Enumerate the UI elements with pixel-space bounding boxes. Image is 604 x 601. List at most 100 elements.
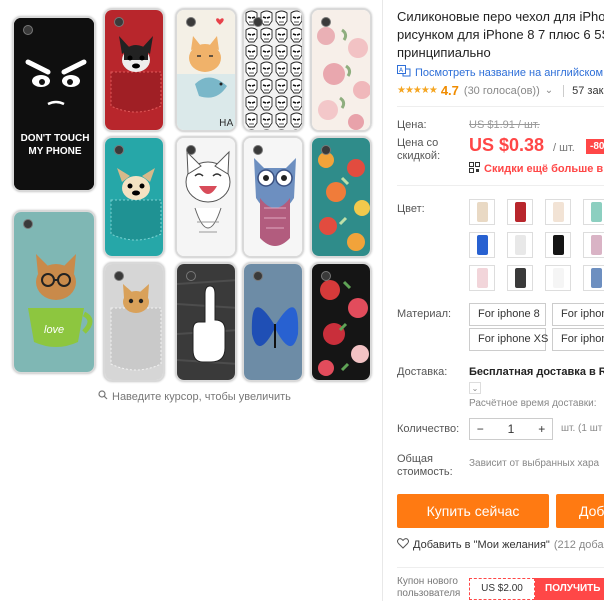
buy-now-button[interactable]: Купить сейчас <box>397 494 549 528</box>
wishlist-text[interactable]: Добавить в "Мои желания" <box>413 539 550 551</box>
add-to-cart-button[interactable]: Доб <box>556 494 604 528</box>
translate-link[interactable]: A Посмотреть название на английском <box>397 65 603 80</box>
material-option-iphone-2[interactable]: For iphone <box>552 328 604 351</box>
promo-text[interactable]: Скидки ещё больше в пр <box>484 163 604 175</box>
camera-icon <box>114 17 124 27</box>
material-option-iphone-8[interactable]: For iphone 8 <box>469 303 546 326</box>
total-label-line-2: стоимость: <box>397 466 453 478</box>
case-image-cat-cup[interactable]: love <box>12 210 96 374</box>
camera-icon <box>186 145 196 155</box>
promo-link[interactable]: Скидки ещё больше в пр <box>469 162 604 176</box>
zoom-hint-text: Наведите курсор, чтобы увеличить <box>112 390 291 403</box>
material-option-iphone[interactable]: For iphone <box>552 303 604 326</box>
color-swatch-1[interactable] <box>469 199 495 225</box>
camera-icon <box>23 219 33 229</box>
translate-icon: A <box>397 65 411 80</box>
material-option-iphone-xs[interactable]: For iphone XS <box>469 328 548 351</box>
case-image-laughing-cat[interactable] <box>175 136 237 258</box>
camera-icon <box>186 17 196 27</box>
color-swatch-10[interactable] <box>507 265 533 291</box>
case-image-blue-butterfly[interactable] <box>242 262 304 382</box>
camera-icon <box>321 145 331 155</box>
title-line-3: принципиально <box>397 45 491 60</box>
discount-price: US $0.38 <box>469 135 545 155</box>
title-line-2: рисунком для iPhone 8 7 плюс 6 5S <box>397 27 604 42</box>
camera-icon <box>253 145 263 155</box>
divider <box>397 185 604 186</box>
color-swatch-5[interactable] <box>469 232 495 258</box>
camera-icon <box>253 17 263 27</box>
case-image-angry-face[interactable]: DON'T TOUCH MY PHONE <box>12 16 96 192</box>
translate-link-text[interactable]: Посмотреть название на английском <box>415 67 603 79</box>
rating-votes[interactable]: (30 голоса(ов)) <box>464 85 540 97</box>
color-swatch-11[interactable] <box>545 265 571 291</box>
camera-icon <box>321 17 331 27</box>
svg-text:A: A <box>399 67 404 74</box>
plus-icon[interactable]: + <box>532 422 553 436</box>
case-image-owl[interactable] <box>242 136 304 258</box>
quantity-label: Количество: <box>397 423 460 435</box>
quantity-available: шт. (1 шт <box>561 423 603 434</box>
separator <box>563 84 565 97</box>
color-swatch-3[interactable] <box>545 199 571 225</box>
discount-price-label-line-2: скидкой: <box>397 150 441 162</box>
rating-stars-icon: ★★★★★ <box>397 85 438 96</box>
total-label-line-1: Общая <box>397 453 433 465</box>
material-label: Материал: <box>397 308 452 320</box>
product-image-gallery[interactable]: DON'T TOUCH MY PHONE HA love Наведите ку… <box>0 0 383 601</box>
minus-icon[interactable]: − <box>470 422 491 436</box>
color-swatch-6[interactable] <box>507 232 533 258</box>
new-user-coupon-label: Купон нового пользователя <box>397 576 460 600</box>
case-image-pink-roses[interactable] <box>310 8 372 132</box>
discount-badge: -80% <box>586 139 604 154</box>
magnifier-icon <box>98 390 108 403</box>
qr-code-icon <box>469 162 480 176</box>
case-image-teal-floral[interactable] <box>310 136 372 258</box>
color-swatch-9[interactable] <box>469 265 495 291</box>
shipping-label: Доставка: <box>397 366 448 378</box>
quantity-stepper[interactable]: − 1 + <box>469 418 553 440</box>
case-image-kitten-grey[interactable] <box>103 262 165 382</box>
shipping-method[interactable]: Бесплатная доставка в Rus <box>469 366 604 378</box>
price-unit: / шт. <box>553 142 575 154</box>
chevron-down-icon[interactable]: ⌄ <box>545 85 553 96</box>
chevron-down-icon[interactable]: ⌄ <box>469 382 481 394</box>
zoom-hint: Наведите курсор, чтобы увеличить <box>98 390 291 403</box>
wishlist-link[interactable]: Добавить в "Мои желания" (212 доба <box>397 538 604 552</box>
cup-text: love <box>44 324 65 336</box>
color-swatch-2[interactable] <box>507 199 533 225</box>
camera-icon <box>23 25 33 35</box>
case-image-stormtroopers[interactable] <box>242 8 304 132</box>
case-image-dark-floral[interactable] <box>310 262 372 382</box>
coupon-amount: US $2.00 <box>469 578 535 600</box>
svg-text:HA: HA <box>219 118 234 129</box>
total-note: Зависит от выбранных хара <box>469 458 600 469</box>
divider <box>397 567 604 568</box>
case-image-puppy-teal[interactable] <box>103 136 165 258</box>
camera-icon <box>253 271 263 281</box>
column-divider <box>382 0 383 601</box>
orders-count: 57 зак <box>572 84 604 97</box>
quantity-input[interactable]: 1 <box>491 422 532 436</box>
color-swatch-12[interactable] <box>583 265 604 291</box>
camera-icon <box>114 271 124 281</box>
get-coupon-button[interactable]: ПОЛУЧИТЬ <box>535 578 604 600</box>
case-image-middle-finger[interactable] <box>175 262 237 382</box>
camera-icon <box>114 145 124 155</box>
heart-icon <box>397 538 409 552</box>
product-title: Силиконовые перо чехол для iPhone рисунк… <box>397 8 604 62</box>
delivery-estimate: Расчётное время доставки: <box>469 398 597 409</box>
color-swatch-4[interactable] <box>583 199 604 225</box>
color-swatch-8[interactable] <box>583 232 604 258</box>
case-image-bulldog-red[interactable] <box>103 8 165 132</box>
color-swatch-7[interactable] <box>545 232 571 258</box>
coupon-label-line-2: пользователя <box>397 588 461 599</box>
coupon-label-line-1: Купон нового <box>397 576 458 587</box>
price-label: Цена: <box>397 119 427 131</box>
divider <box>397 106 604 107</box>
product-info-panel: Силиконовые перо чехол для iPhone рисунк… <box>397 0 604 601</box>
case-image-cat-fish[interactable]: HA <box>175 8 237 132</box>
case-slogan: DON'T TOUCH MY PHONE <box>20 133 90 157</box>
camera-icon <box>186 271 196 281</box>
original-price: US $1.91 / шт. <box>469 119 540 131</box>
